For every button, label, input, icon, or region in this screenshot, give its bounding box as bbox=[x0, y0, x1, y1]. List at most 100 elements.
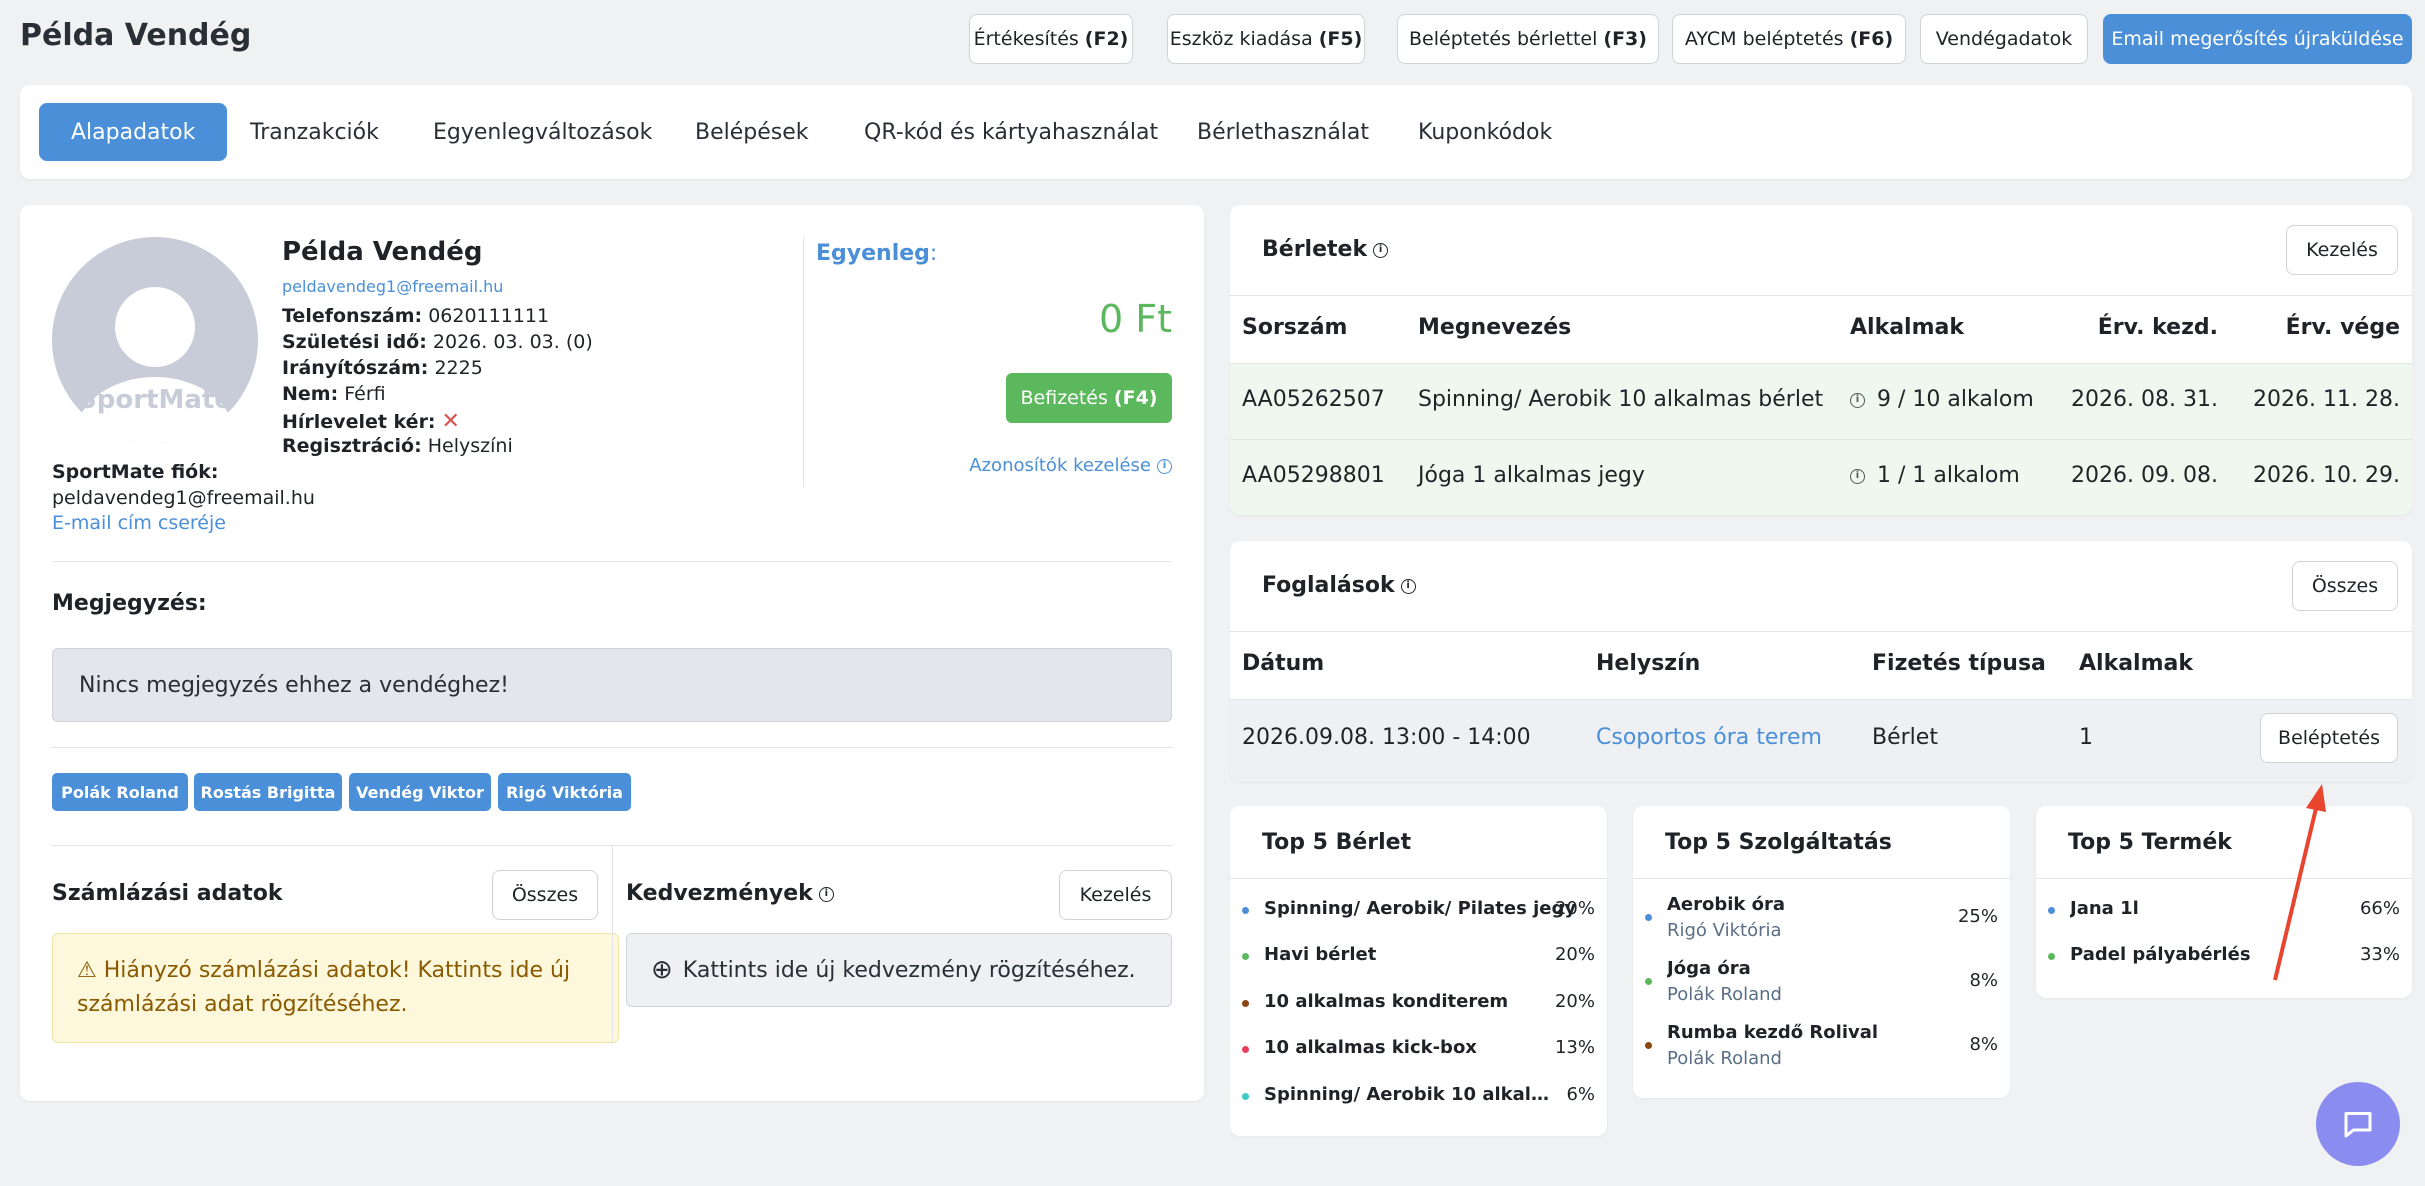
sportmate-logo: SportMate bbox=[78, 385, 232, 415]
bookings-title: Foglalások i bbox=[1262, 573, 1416, 598]
pass-end: 2026. 10. 29. bbox=[2253, 463, 2400, 488]
top-services-card: Top 5 Szolgáltatás Aerobik óra Rigó Viktó… bbox=[1633, 806, 2010, 1098]
aycm-checkin-button[interactable]: AYCM beléptetés (F6) bbox=[1672, 14, 1906, 64]
tab-transactions[interactable]: Tranzakciók bbox=[218, 103, 411, 161]
deposit-button[interactable]: Befizetés (F4) bbox=[1006, 373, 1172, 423]
change-email-link[interactable]: E-mail cím cseréje bbox=[52, 512, 226, 534]
info-icon: i bbox=[818, 886, 834, 902]
trainer-tag[interactable]: Rostás Brigitta bbox=[194, 773, 342, 811]
billing-warning[interactable]: ⚠ Hiányzó számlázási adatok! Kattints id… bbox=[52, 933, 619, 1043]
guest-email[interactable]: peldavendeg1@freemail.hu bbox=[282, 277, 503, 296]
warning-icon: ⚠ bbox=[77, 958, 97, 983]
bookings-card: Foglalások i Összes Dátum Helyszín Fizeté… bbox=[1230, 541, 2412, 782]
gender-field: Nem: Férfi bbox=[282, 383, 386, 405]
info-icon[interactable]: i bbox=[1850, 468, 1865, 484]
resend-email-confirmation-button[interactable]: Email megerősítés újraküldése bbox=[2103, 14, 2412, 64]
chat-icon bbox=[2344, 1112, 2372, 1138]
column-header: Fizetés típusa bbox=[1872, 651, 2046, 676]
plus-circle-icon: ⊕ bbox=[651, 955, 673, 985]
pass-name: Jóga 1 alkalmas jegy bbox=[1418, 463, 1645, 488]
column-header: Dátum bbox=[1242, 651, 1325, 676]
info-icon: i bbox=[1373, 242, 1389, 258]
top-products-title: Top 5 Termék bbox=[2068, 830, 2232, 855]
pass-uses: i9 / 10 alkalom bbox=[1850, 387, 2034, 412]
guest-data-button[interactable]: Vendégadatok bbox=[1920, 14, 2088, 64]
newsletter-field: Hírlevelet kér: ✕ bbox=[282, 409, 460, 434]
zip-field: Irányítószám: 2225 bbox=[282, 357, 483, 379]
equipment-issue-button[interactable]: Eszköz kiadása (F5) bbox=[1167, 14, 1365, 64]
divider bbox=[612, 845, 613, 1045]
info-icon: i bbox=[1157, 458, 1172, 474]
top-products-card: Top 5 Termék Jana 1l 66% Padel pályabérlé… bbox=[2036, 806, 2412, 998]
pass-start: 2026. 08. 31. bbox=[2071, 387, 2218, 412]
info-icon[interactable]: i bbox=[1850, 392, 1865, 408]
booking-payment: Bérlet bbox=[1872, 725, 1938, 750]
list-item: Jana 1l 66% bbox=[2048, 898, 2400, 924]
discounts-label: Kedvezmények i bbox=[626, 881, 834, 906]
avatar: SportMate bbox=[52, 237, 258, 443]
billing-all-button[interactable]: Összes bbox=[492, 870, 598, 920]
pass-id: AA05262507 bbox=[1242, 387, 1385, 412]
pass-name: Spinning/ Aerobik 10 alkalmas bérlet bbox=[1418, 387, 1824, 412]
trainer-tag[interactable]: Rigó Viktória bbox=[498, 773, 631, 811]
booking-date: 2026.09.08. 13:00 - 14:00 bbox=[1242, 725, 1531, 750]
table-row[interactable] bbox=[1230, 439, 2412, 515]
column-header: Megnevezés bbox=[1418, 315, 1572, 340]
trainer-tag[interactable]: Polák Roland bbox=[52, 773, 188, 811]
balance-label: Egyenleg: bbox=[816, 241, 938, 266]
info-icon: i bbox=[1400, 578, 1416, 594]
column-header: Alkalmak bbox=[1850, 315, 1964, 340]
account-email: peldavendeg1@freemail.hu bbox=[52, 487, 315, 509]
discounts-manage-button[interactable]: Kezelés bbox=[1059, 870, 1172, 920]
top-services-title: Top 5 Szolgáltatás bbox=[1665, 830, 1892, 855]
balance-value: 0 Ft bbox=[1098, 297, 1172, 341]
billing-label: Számlázási adatok bbox=[52, 881, 283, 906]
passes-manage-button[interactable]: Kezelés bbox=[2286, 225, 2398, 275]
checkin-button[interactable]: Beléptetés bbox=[2260, 713, 2398, 763]
guest-details-card: SportMate Példa Vendég peldavendeg1@free… bbox=[20, 205, 1204, 1101]
note-box[interactable]: Nincs megjegyzés ehhez a vendéghez! bbox=[52, 648, 1172, 722]
cross-icon: ✕ bbox=[441, 409, 460, 434]
account-label: SportMate fiók: bbox=[52, 461, 219, 483]
registration-field: Regisztráció: Helyszíni bbox=[282, 435, 513, 457]
column-header: Sorszám bbox=[1242, 315, 1348, 340]
passes-card: Bérletek i Kezelés Sorszám Megnevezés Alk… bbox=[1230, 205, 2412, 515]
add-discount-box[interactable]: ⊕ Kattints ide új kedvezmény rögzítéséhez… bbox=[626, 933, 1172, 1007]
pass-id: AA05298801 bbox=[1242, 463, 1385, 488]
list-item: Rumba kezdő Rolival Polák Roland 8% bbox=[1645, 1022, 1998, 1072]
list-item: Havi bérlet 20% bbox=[1242, 944, 1595, 970]
tab-coupon-codes[interactable]: Kuponkódok bbox=[1386, 103, 1584, 161]
page-header: Példa Vendég Értékesítés (F2) Eszköz kiad… bbox=[0, 0, 2425, 80]
chat-button[interactable] bbox=[2316, 1082, 2400, 1166]
passes-title: Bérletek i bbox=[1262, 237, 1389, 262]
divider bbox=[52, 747, 1172, 748]
list-item: Aerobik óra Rigó Viktória 25% bbox=[1645, 894, 1998, 944]
column-header: Alkalmak bbox=[2079, 651, 2193, 676]
list-item: Spinning/ Aerobik 10 alkalmas... 6% bbox=[1242, 1084, 1595, 1110]
tab-balance-changes[interactable]: Egyenlegváltozások bbox=[401, 103, 684, 161]
top-passes-card: Top 5 Bérlet Spinning/ Aerobik/ Pilates … bbox=[1230, 806, 1607, 1136]
column-header: Érv. kezd. bbox=[2097, 315, 2218, 340]
note-label: Megjegyzés: bbox=[52, 591, 207, 616]
tab-bar: Alapadatok Tranzakciók Egyenlegváltozáso… bbox=[20, 85, 2412, 179]
phone-field: Telefonszám: 0620111111 bbox=[282, 305, 550, 327]
tab-entries[interactable]: Belépések bbox=[663, 103, 841, 161]
tab-pass-usage[interactable]: Bérlethasználat bbox=[1165, 103, 1401, 161]
bookings-all-button[interactable]: Összes bbox=[2292, 561, 2398, 611]
manage-identifiers-link[interactable]: Azonosítók kezelése i bbox=[969, 455, 1172, 476]
pass-start: 2026. 09. 08. bbox=[2071, 463, 2218, 488]
list-item: Spinning/ Aerobik/ Pilates jegy 20% bbox=[1242, 898, 1595, 924]
tab-qr-card-usage[interactable]: QR-kód és kártyahasználat bbox=[832, 103, 1190, 161]
pass-checkin-button[interactable]: Beléptetés bérlettel (F3) bbox=[1397, 14, 1659, 64]
list-item: Padel pályabérlés 33% bbox=[2048, 944, 2400, 970]
divider bbox=[803, 237, 804, 487]
birthdate-field: Születési idő: 2026. 03. 03. (0) bbox=[282, 331, 593, 353]
pass-uses: i1 / 1 alkalom bbox=[1850, 463, 2020, 488]
trainer-tag[interactable]: Vendég Viktor bbox=[349, 773, 491, 811]
sales-button[interactable]: Értékesítés (F2) bbox=[969, 14, 1133, 64]
tab-basic-data[interactable]: Alapadatok bbox=[39, 103, 228, 161]
guest-name: Példa Vendég bbox=[282, 237, 483, 267]
column-header: Érv. vége bbox=[2285, 315, 2400, 340]
booking-place-link[interactable]: Csoportos óra terem bbox=[1596, 725, 1822, 750]
list-item: Jóga óra Polák Roland 8% bbox=[1645, 958, 1998, 1008]
